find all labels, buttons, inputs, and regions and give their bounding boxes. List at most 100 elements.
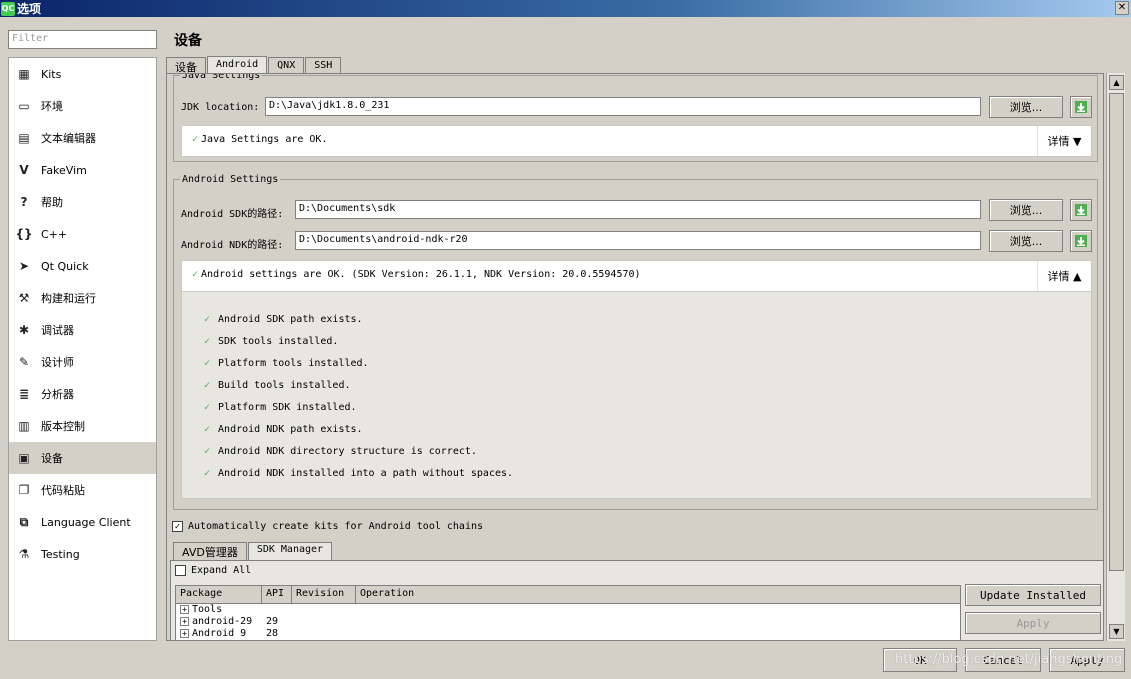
sidebar-item-14[interactable]: ⧉ Language Client	[9, 506, 156, 538]
sidebar-item-9[interactable]: ✎ 设计师	[9, 346, 156, 378]
sidebar-item-label: 帮助	[41, 196, 63, 209]
sidebar: ▦ Kits ▭ 环境 ▤ 文本编辑器 V FakeVim? 帮助 {} C++ ➤ Qt Quick ⚒…	[8, 57, 157, 641]
tab-qnx[interactable]: QNX	[268, 57, 305, 74]
sdk-subtab-bar: AVD管理器 SDK Manager	[173, 542, 333, 560]
check-icon: ✓	[204, 468, 211, 479]
jdk-location-field[interactable]: D:\Java\jdk1.8.0_231	[265, 97, 981, 116]
sidebar-item-13[interactable]: ❐ 代码粘贴	[9, 474, 156, 506]
sidebar-item-2[interactable]: ▤ 文本编辑器	[9, 122, 156, 154]
sidebar-item-label: 调试器	[41, 324, 74, 337]
sidebar-item-label: 设计师	[41, 356, 74, 369]
testing-icon: ⚗	[18, 547, 30, 561]
sidebar-item-label: 环境	[41, 100, 63, 113]
sidebar-item-1[interactable]: ▭ 环境	[9, 90, 156, 122]
scroll-down-icon[interactable]: ▼	[1109, 624, 1124, 639]
fakevim-icon: V	[19, 163, 29, 177]
column-header-package[interactable]: Package	[176, 586, 262, 603]
column-header-operation[interactable]: Operation	[356, 586, 960, 603]
expand-all-label: Expand All	[191, 565, 252, 576]
close-icon[interactable]: ✕	[1115, 1, 1129, 15]
list-item: ✓ Android NDK path exists.	[204, 424, 363, 435]
check-text: Android NDK directory structure is corre…	[218, 446, 477, 457]
jdk-location-label: JDK location:	[181, 102, 260, 113]
sidebar-item-10[interactable]: ≣ 分析器	[9, 378, 156, 410]
ndk-path-label: Android NDK的路径:	[181, 240, 284, 251]
sidebar-item-3[interactable]: V FakeVim	[9, 154, 156, 186]
java-details-button[interactable]: 详情 ▼	[1037, 126, 1091, 156]
hammer-icon: ⚒	[18, 291, 30, 305]
sidebar-item-label: Testing	[41, 547, 80, 561]
tab-devices[interactable]: 设备	[166, 57, 206, 74]
column-header-api[interactable]: API	[262, 586, 292, 603]
check-icon: ✓	[204, 380, 211, 391]
sidebar-item-5[interactable]: {} C++	[9, 218, 156, 250]
expand-icon[interactable]: +	[180, 605, 189, 614]
check-text: Build tools installed.	[218, 380, 351, 391]
android-checks-list: ✓ Android SDK path exists. ✓ SDK tools ins…	[181, 291, 1092, 499]
sdk-browse-button[interactable]: 浏览...	[989, 199, 1063, 221]
sidebar-item-6[interactable]: ➤ Qt Quick	[9, 250, 156, 282]
sdk-path-field[interactable]: D:\Documents\sdk	[295, 200, 981, 219]
sdk-path-label: Android SDK的路径:	[181, 209, 284, 220]
table-row[interactable]: + Android 9 28	[176, 628, 960, 640]
scroll-up-icon[interactable]: ▲	[1109, 75, 1124, 90]
table-row[interactable]: + Tools	[176, 604, 960, 616]
sdk-manager-panel: Expand All Package API Revision Operatio…	[170, 560, 1103, 640]
sidebar-item-11[interactable]: ▥ 版本控制	[9, 410, 156, 442]
tab-sdk-manager[interactable]: SDK Manager	[247, 542, 333, 560]
list-item: ✓ Android SDK path exists.	[204, 314, 363, 325]
package-api	[262, 604, 292, 616]
list-item: ✓ SDK tools installed.	[204, 336, 338, 347]
sidebar-item-8[interactable]: ✱ 调试器	[9, 314, 156, 346]
check-icon: ✓	[204, 358, 211, 369]
table-row[interactable]: + android-29 29	[176, 616, 960, 628]
check-icon: ✓	[204, 402, 211, 413]
sidebar-item-12[interactable]: ▣ 设备	[9, 442, 156, 474]
expand-icon[interactable]: +	[180, 617, 189, 626]
ndk-browse-button[interactable]: 浏览...	[989, 230, 1063, 252]
list-item: ✓ Build tools installed.	[204, 380, 350, 391]
tab-android[interactable]: Android	[207, 56, 268, 74]
jdk-browse-button[interactable]: 浏览...	[989, 96, 1063, 118]
column-header-revision[interactable]: Revision	[292, 586, 356, 603]
qtquick-icon: ➤	[18, 259, 30, 273]
package-api: 29	[266, 616, 279, 627]
sidebar-item-4[interactable]: ? 帮助	[9, 186, 156, 218]
check-text: SDK tools installed.	[218, 336, 339, 347]
auto-kits-row[interactable]: ✓ Automatically create kits for Android …	[172, 521, 483, 532]
paste-icon: ❐	[18, 483, 30, 497]
scrollbar-thumb[interactable]	[1109, 93, 1124, 571]
sidebar-item-15[interactable]: ⚗ Testing	[9, 538, 156, 570]
ndk-download-icon[interactable]	[1070, 230, 1092, 252]
filter-input[interactable]: Filter	[8, 30, 157, 49]
title-bar: QC 选项 ✕	[0, 0, 1131, 17]
expand-all-checkbox[interactable]	[175, 565, 186, 576]
jdk-download-icon[interactable]	[1070, 96, 1092, 118]
vertical-scrollbar[interactable]: ▲ ▼	[1106, 73, 1125, 641]
window-title: 选项	[17, 2, 42, 16]
sidebar-item-label: 文本编辑器	[41, 132, 96, 145]
tab-avd-manager[interactable]: AVD管理器	[173, 542, 247, 560]
check-text: Android SDK path exists.	[218, 314, 363, 325]
list-item: ✓ Android NDK directory structure is corr…	[204, 446, 477, 457]
sdk-download-icon[interactable]	[1070, 199, 1092, 221]
auto-kits-label: Automatically create kits for Android to…	[188, 521, 484, 532]
sidebar-item-7[interactable]: ⚒ 构建和运行	[9, 282, 156, 314]
expand-icon[interactable]: +	[180, 629, 189, 638]
android-details-button[interactable]: 详情 ▲	[1037, 261, 1091, 291]
android-status-box: ✓ Android settings are OK. (SDK Version: …	[181, 260, 1092, 292]
sidebar-item-label: Kits	[41, 67, 62, 81]
sidebar-item-0[interactable]: ▦ Kits	[9, 58, 156, 90]
tab-ssh[interactable]: SSH	[305, 57, 342, 74]
auto-kits-checkbox[interactable]: ✓	[172, 521, 183, 532]
sdk-apply-button[interactable]: Apply	[965, 612, 1101, 634]
android-settings-legend: Android Settings	[182, 174, 279, 185]
ndk-path-field[interactable]: D:\Documents\android-ndk-r20	[295, 231, 981, 250]
expand-all-row[interactable]: Expand All	[175, 565, 251, 576]
cpp-icon: {}	[15, 227, 33, 241]
update-installed-button[interactable]: Update Installed	[965, 584, 1101, 606]
android-status: ✓ Android settings are OK. (SDK Version: …	[192, 269, 641, 280]
package-name: android-29	[192, 616, 253, 627]
page-title: 设备	[174, 33, 202, 49]
sidebar-item-label: 设备	[41, 452, 63, 465]
